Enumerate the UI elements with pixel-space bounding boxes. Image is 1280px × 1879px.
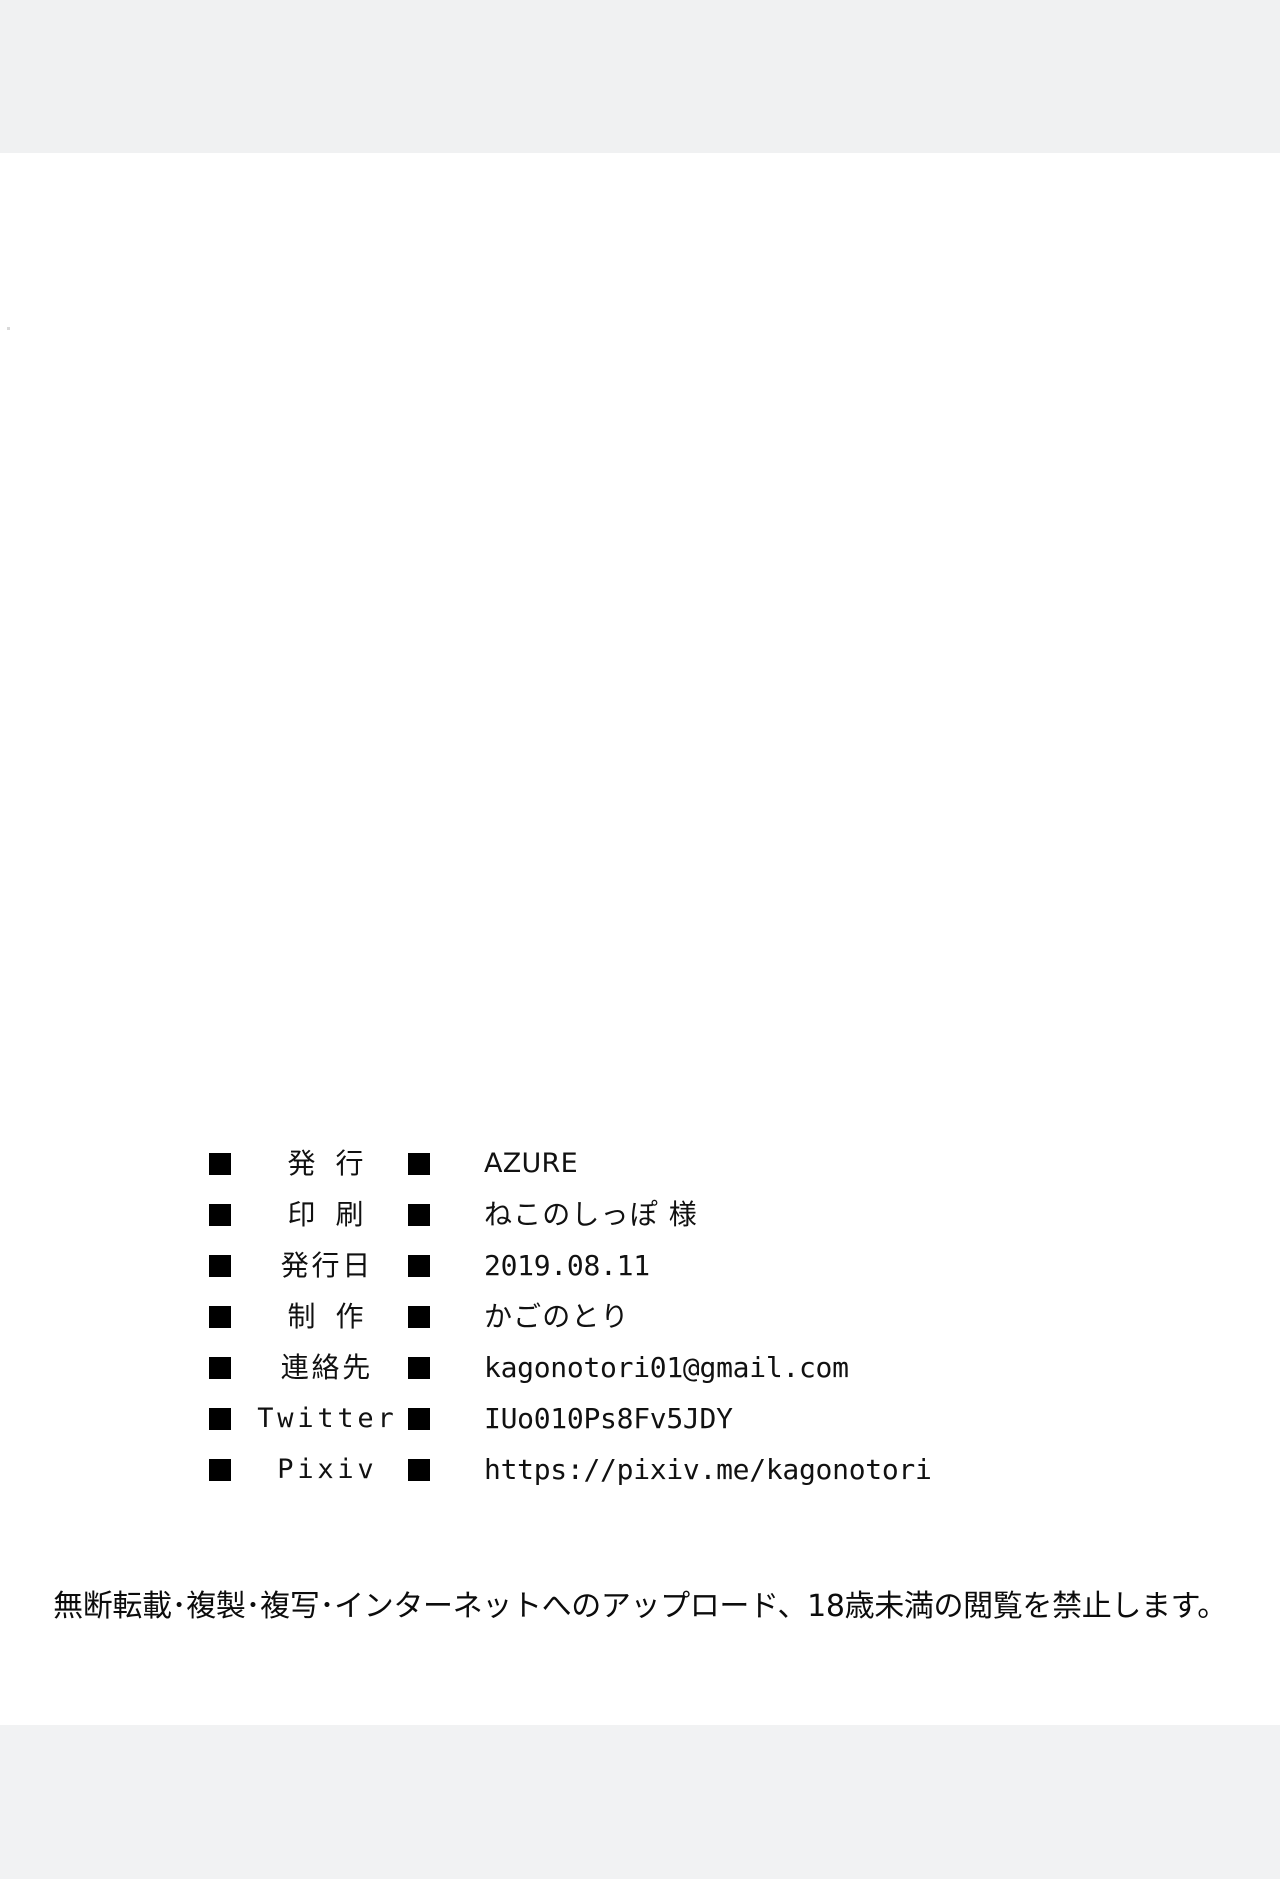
colophon-row-label: 制 作 — [287, 1299, 370, 1333]
colophon-row: Twitter IUo010Ps8Fv5JDY — [0, 1393, 1280, 1444]
scan-speck — [7, 327, 10, 330]
square-bullet-right-icon — [408, 1407, 442, 1430]
colophon-row-value: かごのとり — [484, 1299, 630, 1333]
square-bullet-left-icon — [209, 1407, 243, 1430]
square-bullet-right-icon — [408, 1203, 442, 1226]
square-bullet-right-icon — [408, 1356, 442, 1379]
colophon-row-label: Pixiv — [277, 1454, 378, 1485]
square-bullet-left-icon — [209, 1152, 243, 1175]
square-bullet-right-icon — [408, 1152, 442, 1175]
colophon-row: 発行日 2019.08.11 — [0, 1240, 1280, 1291]
colophon-twitter-handle: IUo010Ps8Fv5JDY — [484, 1401, 733, 1435]
copyright-warning-text: 無断転載･複製･複写･インターネットへのアップロード、18歳未満の閲覧を禁止しま… — [53, 1589, 1227, 1624]
square-bullet-right-icon — [408, 1254, 442, 1277]
square-bullet-left-icon — [209, 1458, 243, 1481]
colophon-row-value: AZURE — [484, 1148, 578, 1179]
colophon-row-label: 発 行 — [287, 1146, 370, 1180]
colophon-row: 制 作 かごのとり — [0, 1291, 1280, 1342]
colophon-pixiv-url: https://pixiv.me/kagonotori — [484, 1452, 932, 1486]
colophon-row-value: 2019.08.11 — [484, 1248, 650, 1282]
colophon-row: 印 刷 ねこのしっぽ 様 — [0, 1189, 1280, 1240]
scan-edge-band-bottom — [0, 1725, 1280, 1879]
colophon-row: 連絡先 kagonotori01@gmail.com — [0, 1342, 1280, 1393]
colophon-row-label: 印 刷 — [287, 1197, 370, 1231]
colophon-row: Pixiv https://pixiv.me/kagonotori — [0, 1444, 1280, 1495]
square-bullet-left-icon — [209, 1305, 243, 1328]
colophon-row-label: Twitter — [257, 1403, 398, 1434]
colophon-row: 発 行 AZURE — [0, 1138, 1280, 1189]
square-bullet-right-icon — [408, 1458, 442, 1481]
colophon-contact-email: kagonotori01@gmail.com — [484, 1350, 849, 1384]
square-bullet-right-icon — [408, 1305, 442, 1328]
colophon-row-label: 連絡先 — [280, 1350, 374, 1384]
scan-edge-band-top — [0, 0, 1280, 153]
colophon-list: 発 行 AZURE 印 刷 ねこのしっぽ 様 発行日 2019.08.11 制 … — [0, 1138, 1280, 1495]
colophon-row-label: 発行日 — [280, 1248, 374, 1282]
colophon-page: 発 行 AZURE 印 刷 ねこのしっぽ 様 発行日 2019.08.11 制 … — [0, 0, 1280, 1879]
square-bullet-left-icon — [209, 1356, 243, 1379]
square-bullet-left-icon — [209, 1254, 243, 1277]
square-bullet-left-icon — [209, 1203, 243, 1226]
colophon-row-value: ねこのしっぽ 様 — [484, 1197, 698, 1231]
